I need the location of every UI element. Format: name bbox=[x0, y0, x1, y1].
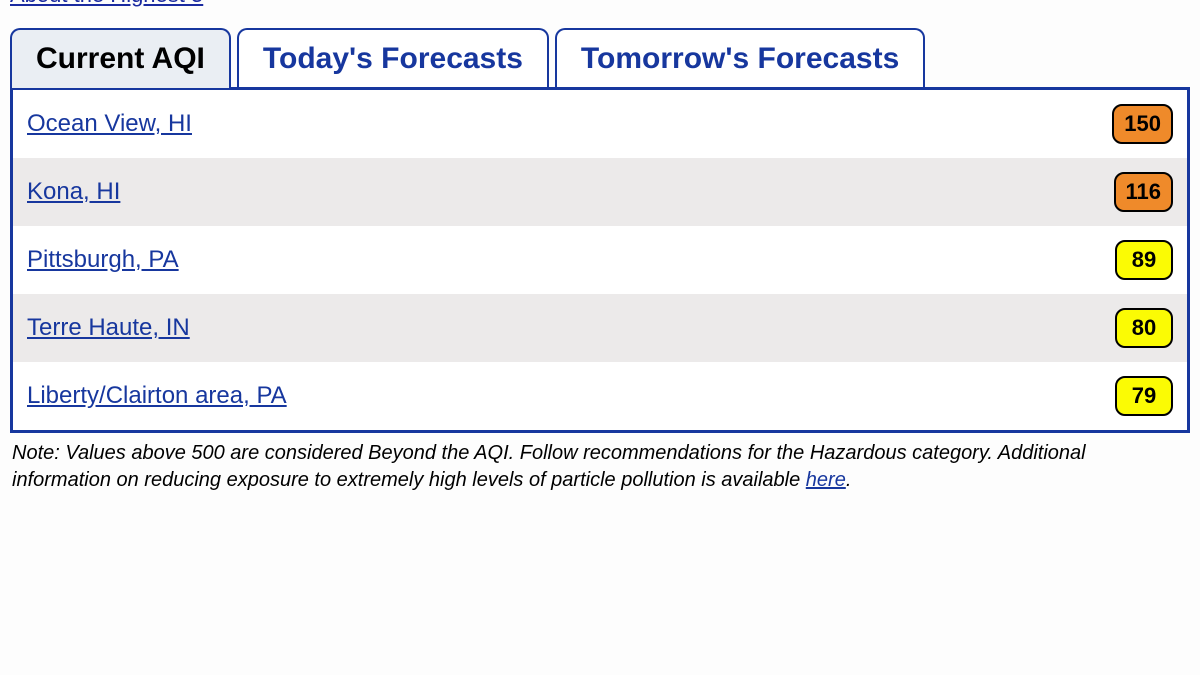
aqi-badge: 150 bbox=[1112, 104, 1173, 144]
note-text-post: . bbox=[846, 469, 852, 491]
aqi-badge: 80 bbox=[1115, 308, 1173, 348]
footer-note: Note: Values above 500 are considered Be… bbox=[12, 440, 1188, 494]
aqi-badge: 89 bbox=[1115, 240, 1173, 280]
table-row: Kona, HI 116 bbox=[13, 158, 1187, 226]
aqi-badge: 116 bbox=[1114, 172, 1174, 212]
location-link[interactable]: Terre Haute, IN bbox=[27, 314, 190, 342]
tab-todays-forecasts[interactable]: Today's Forecasts bbox=[237, 28, 549, 88]
location-link[interactable]: Pittsburgh, PA bbox=[27, 246, 179, 274]
table-row: Liberty/Clairton area, PA 79 bbox=[13, 362, 1187, 430]
table-row: Terre Haute, IN 80 bbox=[13, 294, 1187, 362]
about-highest-5-link[interactable]: About the Highest 5 bbox=[10, 0, 203, 8]
location-link[interactable]: Liberty/Clairton area, PA bbox=[27, 382, 287, 410]
aqi-panel: Ocean View, HI 150 Kona, HI 116 Pittsbur… bbox=[10, 87, 1190, 433]
location-link[interactable]: Kona, HI bbox=[27, 178, 120, 206]
table-row: Pittsburgh, PA 89 bbox=[13, 226, 1187, 294]
note-here-link[interactable]: here bbox=[806, 469, 846, 491]
tab-current-aqi[interactable]: Current AQI bbox=[10, 28, 231, 88]
table-row: Ocean View, HI 150 bbox=[13, 90, 1187, 158]
location-link[interactable]: Ocean View, HI bbox=[27, 110, 192, 138]
tab-bar: Current AQI Today's Forecasts Tomorrow's… bbox=[10, 28, 1194, 88]
tab-tomorrows-forecasts[interactable]: Tomorrow's Forecasts bbox=[555, 28, 925, 88]
aqi-badge: 79 bbox=[1115, 376, 1173, 416]
note-text-pre: Note: Values above 500 are considered Be… bbox=[12, 442, 1086, 491]
